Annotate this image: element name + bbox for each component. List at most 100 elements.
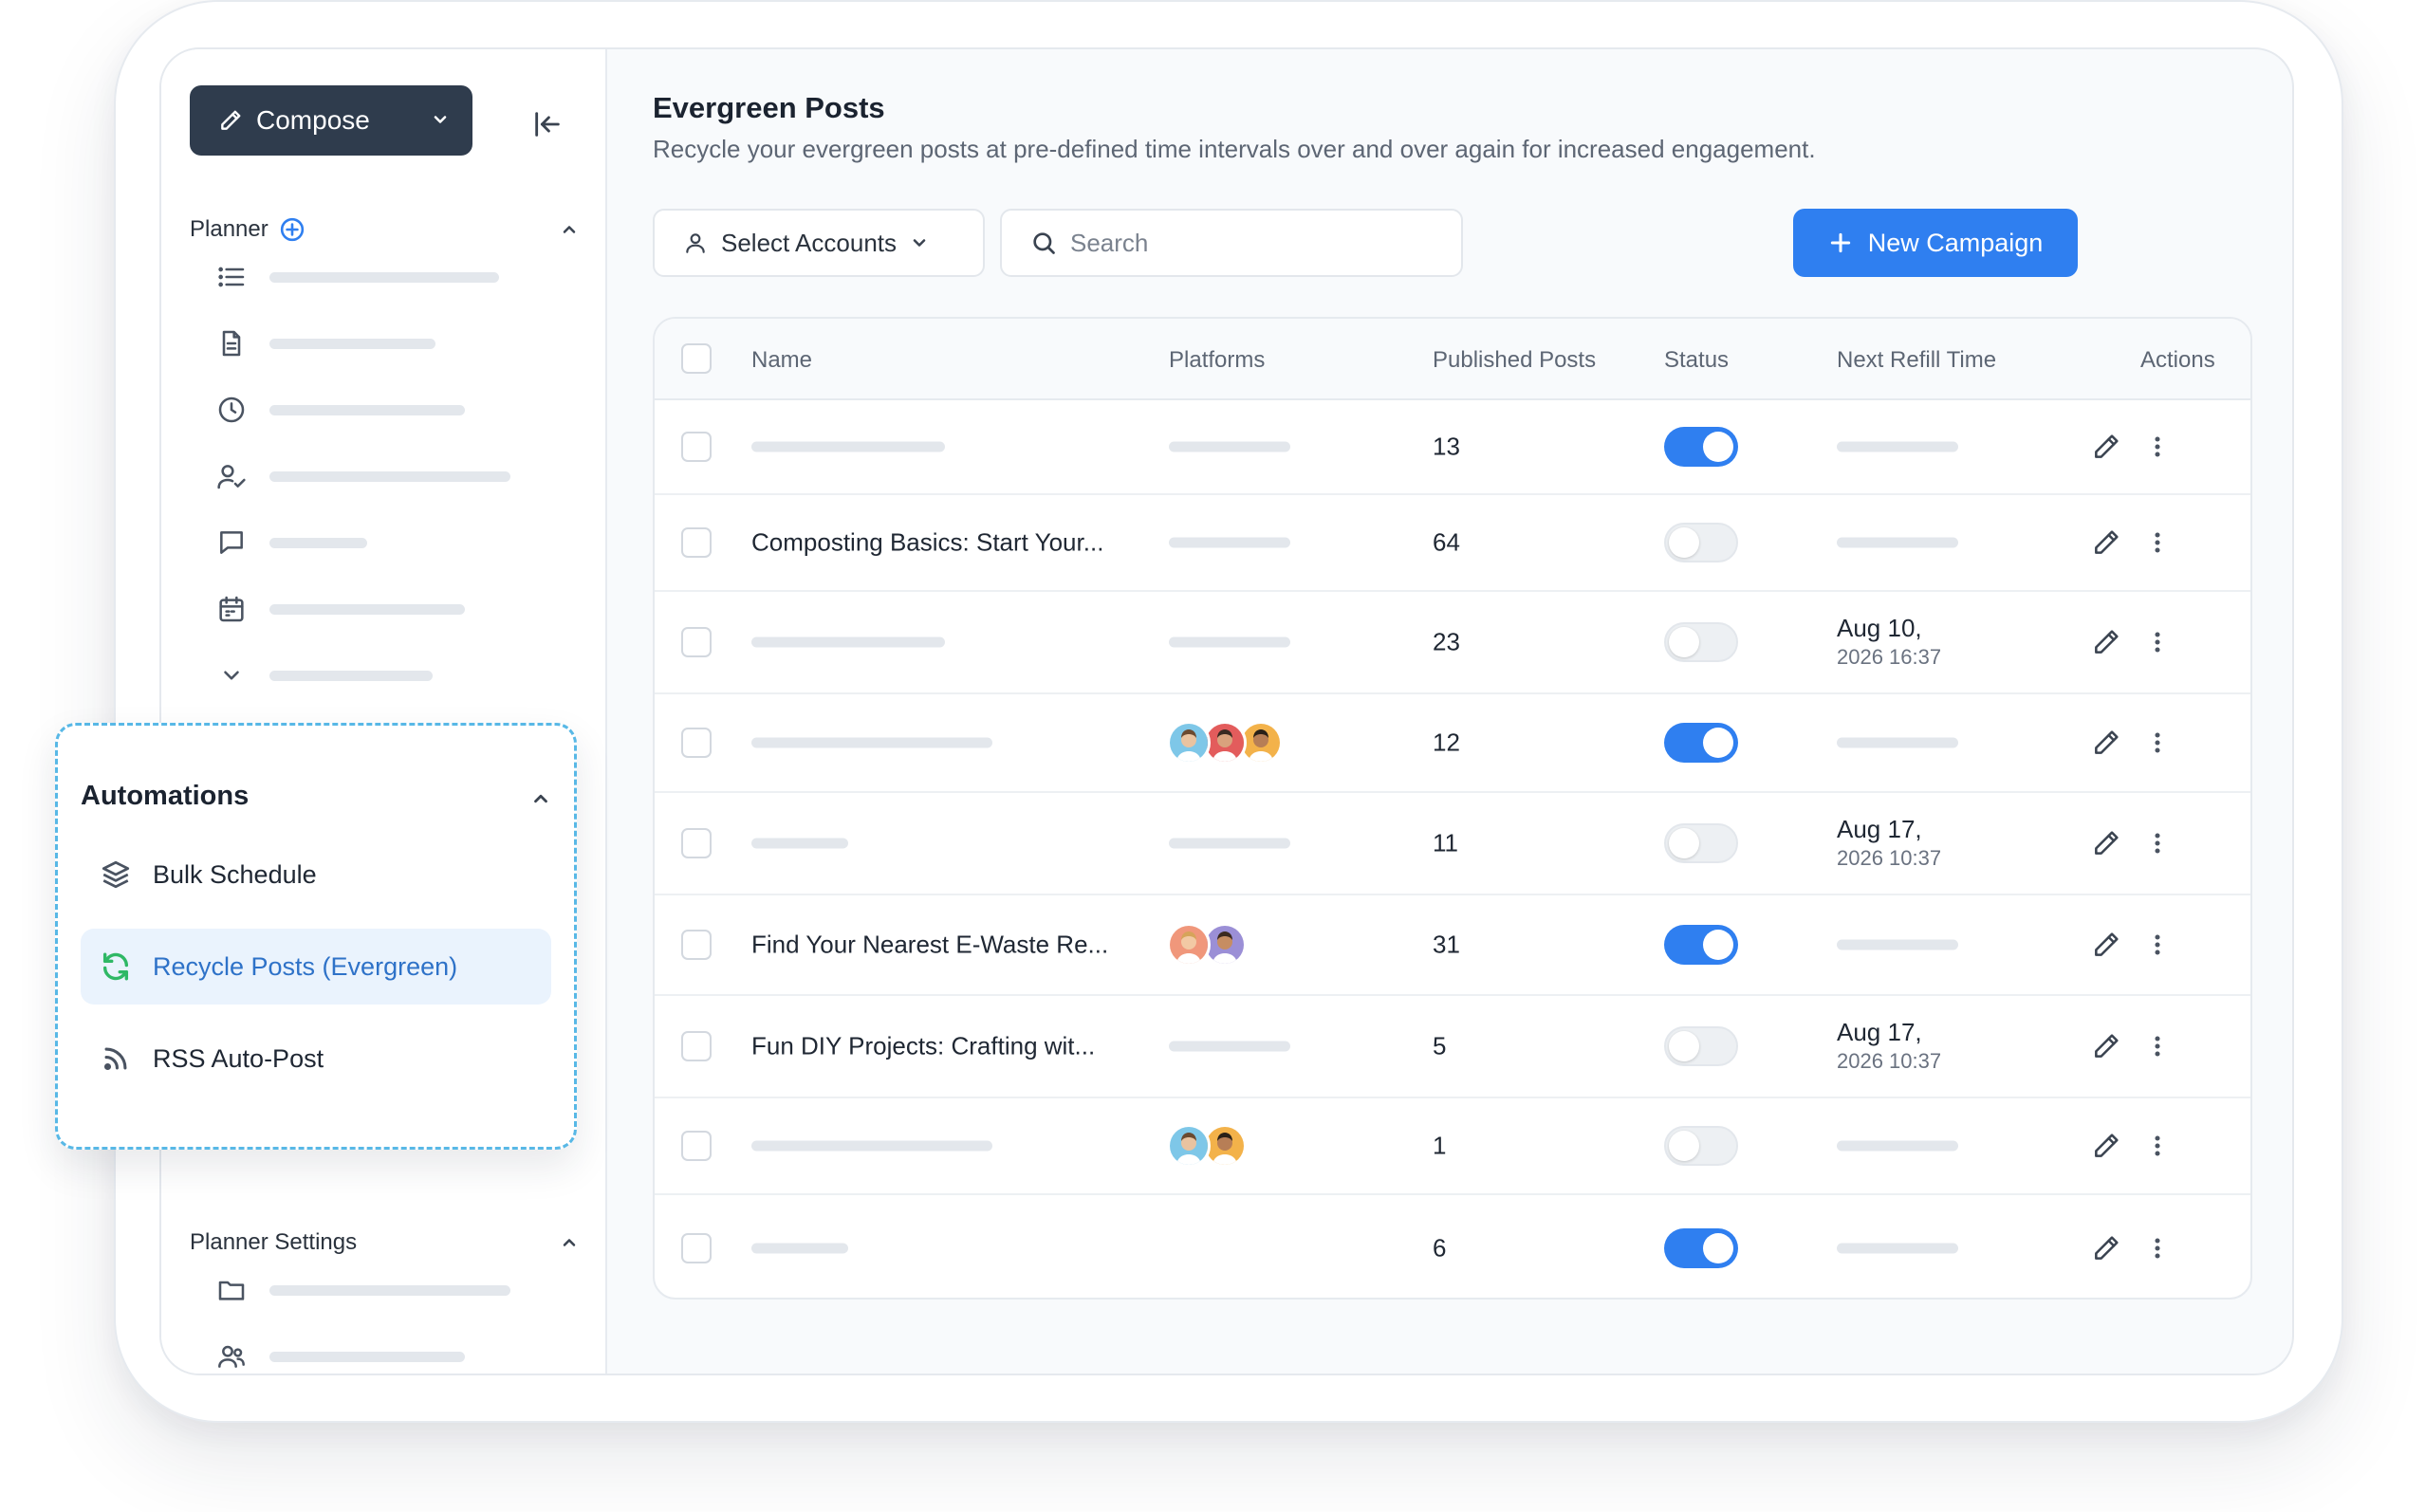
sidebar-item-calendar[interactable] bbox=[213, 590, 465, 628]
edit-pencil-icon[interactable] bbox=[2091, 930, 2121, 960]
select-accounts-dropdown[interactable]: Select Accounts bbox=[653, 209, 985, 277]
column-header-platforms[interactable]: Platforms bbox=[1169, 347, 1265, 374]
skeleton-line bbox=[269, 1284, 510, 1296]
new-campaign-button[interactable]: New Campaign bbox=[1793, 209, 2078, 277]
campaign-name[interactable]: Find Your Nearest E-Waste Re... bbox=[751, 931, 1108, 960]
sidebar-item-list[interactable] bbox=[213, 258, 499, 296]
row-checkbox[interactable] bbox=[681, 728, 712, 758]
search-input[interactable] bbox=[1070, 228, 1431, 258]
status-toggle[interactable] bbox=[1664, 925, 1738, 965]
edit-pencil-icon[interactable] bbox=[2091, 1031, 2121, 1061]
avatar[interactable] bbox=[1167, 1124, 1211, 1168]
table-row[interactable]: 1 bbox=[655, 1098, 2250, 1195]
more-vertical-icon[interactable] bbox=[2148, 1031, 2167, 1061]
status-toggle[interactable] bbox=[1664, 823, 1738, 863]
chevron-up-icon[interactable] bbox=[560, 1233, 579, 1252]
select-all-checkbox[interactable] bbox=[681, 343, 712, 374]
page-title: Evergreen Posts bbox=[653, 91, 885, 124]
column-header-actions: Actions bbox=[2140, 347, 2215, 373]
automation-item-bulk-schedule[interactable]: Bulk Schedule bbox=[81, 837, 551, 913]
collapse-sidebar-icon[interactable] bbox=[531, 108, 564, 140]
table-row[interactable]: Fun DIY Projects: Crafting wit... 5 Aug 17… bbox=[655, 996, 2250, 1098]
sidebar-item-comments[interactable] bbox=[213, 524, 367, 562]
status-toggle[interactable] bbox=[1664, 1126, 1738, 1166]
users-icon bbox=[213, 1337, 250, 1374]
table-row[interactable]: 11 Aug 17, 2026 10:37 bbox=[655, 793, 2250, 895]
skeleton-line bbox=[269, 271, 499, 283]
planner-section-header[interactable]: Planner bbox=[190, 216, 579, 243]
platforms-placeholder bbox=[1169, 441, 1290, 452]
more-vertical-icon[interactable] bbox=[2148, 930, 2167, 960]
row-checkbox[interactable] bbox=[681, 828, 712, 858]
chevron-up-icon[interactable] bbox=[560, 220, 579, 239]
row-checkbox[interactable] bbox=[681, 1031, 712, 1061]
status-toggle[interactable] bbox=[1664, 1228, 1738, 1268]
sidebar-item-more[interactable] bbox=[213, 656, 433, 694]
chevron-up-icon[interactable] bbox=[530, 788, 551, 809]
more-vertical-icon[interactable] bbox=[2148, 627, 2167, 657]
chevron-down-icon[interactable] bbox=[431, 110, 450, 129]
status-toggle[interactable] bbox=[1664, 427, 1738, 467]
table-row[interactable]: 6 bbox=[655, 1195, 2250, 1298]
column-header-next-refill-time[interactable]: Next Refill Time bbox=[1837, 347, 1996, 374]
edit-pencil-icon[interactable] bbox=[2091, 1131, 2121, 1161]
folder-icon bbox=[213, 1271, 250, 1309]
edit-pencil-icon[interactable] bbox=[2091, 432, 2121, 462]
column-header-status[interactable]: Status bbox=[1664, 347, 1729, 374]
add-circle-icon[interactable] bbox=[280, 217, 305, 242]
column-header-published-posts[interactable]: Published Posts bbox=[1433, 347, 1596, 374]
more-vertical-icon[interactable] bbox=[2148, 728, 2167, 758]
sidebar-item-team[interactable] bbox=[213, 1337, 465, 1374]
row-checkbox[interactable] bbox=[681, 432, 712, 462]
row-checkbox[interactable] bbox=[681, 527, 712, 558]
published-posts-count: 12 bbox=[1433, 728, 1460, 757]
edit-pencil-icon[interactable] bbox=[2091, 527, 2121, 558]
row-checkbox[interactable] bbox=[681, 930, 712, 960]
planner-settings-section-header[interactable]: Planner Settings bbox=[190, 1229, 579, 1256]
edit-pencil-icon[interactable] bbox=[2091, 728, 2121, 758]
table-row[interactable]: 13 bbox=[655, 400, 2250, 495]
published-posts-count: 11 bbox=[1433, 828, 1458, 857]
sidebar-item-document[interactable] bbox=[213, 324, 435, 362]
row-checkbox[interactable] bbox=[681, 627, 712, 657]
campaign-name[interactable]: Composting Basics: Start Your... bbox=[751, 528, 1103, 558]
table-row[interactable]: 12 bbox=[655, 694, 2250, 793]
more-vertical-icon[interactable] bbox=[2148, 1131, 2167, 1161]
edit-pencil-icon[interactable] bbox=[2091, 627, 2121, 657]
calendar-icon bbox=[213, 590, 250, 628]
row-checkbox[interactable] bbox=[681, 1131, 712, 1161]
sidebar-item-user-check[interactable] bbox=[213, 457, 510, 495]
status-toggle[interactable] bbox=[1664, 1026, 1738, 1066]
table-row[interactable]: Find Your Nearest E-Waste Re... 31 bbox=[655, 895, 2250, 996]
rss-icon bbox=[100, 1042, 132, 1075]
platform-avatars bbox=[1167, 721, 1283, 765]
more-vertical-icon[interactable] bbox=[2148, 527, 2167, 558]
more-vertical-icon[interactable] bbox=[2148, 432, 2167, 462]
search-box[interactable] bbox=[1000, 209, 1463, 277]
status-toggle[interactable] bbox=[1664, 723, 1738, 763]
user-icon bbox=[683, 230, 708, 255]
sidebar-item-folder[interactable] bbox=[213, 1271, 510, 1309]
avatar[interactable] bbox=[1167, 923, 1211, 967]
campaign-name[interactable]: Fun DIY Projects: Crafting wit... bbox=[751, 1032, 1095, 1061]
automation-item-recycle-posts[interactable]: Recycle Posts (Evergreen) bbox=[81, 929, 551, 1005]
more-vertical-icon[interactable] bbox=[2148, 828, 2167, 858]
page-subtitle: Recycle your evergreen posts at pre-defi… bbox=[653, 135, 1816, 163]
row-checkbox[interactable] bbox=[681, 1233, 712, 1263]
status-toggle[interactable] bbox=[1664, 622, 1738, 662]
edit-pencil-icon[interactable] bbox=[2091, 828, 2121, 858]
status-toggle[interactable] bbox=[1664, 523, 1738, 562]
table-row[interactable]: Composting Basics: Start Your... 64 bbox=[655, 495, 2250, 592]
column-header-name[interactable]: Name bbox=[751, 347, 812, 374]
recycle-posts-label: Recycle Posts (Evergreen) bbox=[153, 951, 458, 981]
chevron-down-icon bbox=[910, 233, 929, 252]
edit-pencil-icon[interactable] bbox=[2091, 1233, 2121, 1263]
refill-time: 2026 10:37 bbox=[1837, 846, 1942, 871]
table-row[interactable]: 23 Aug 10, 2026 16:37 bbox=[655, 592, 2250, 694]
avatar[interactable] bbox=[1167, 721, 1211, 765]
sidebar-item-clock[interactable] bbox=[213, 391, 465, 429]
more-vertical-icon[interactable] bbox=[2148, 1233, 2167, 1263]
automation-item-rss-auto-post[interactable]: RSS Auto-Post bbox=[81, 1021, 551, 1097]
compose-button[interactable]: Compose bbox=[190, 85, 472, 156]
toggle-knob bbox=[1703, 1233, 1733, 1263]
